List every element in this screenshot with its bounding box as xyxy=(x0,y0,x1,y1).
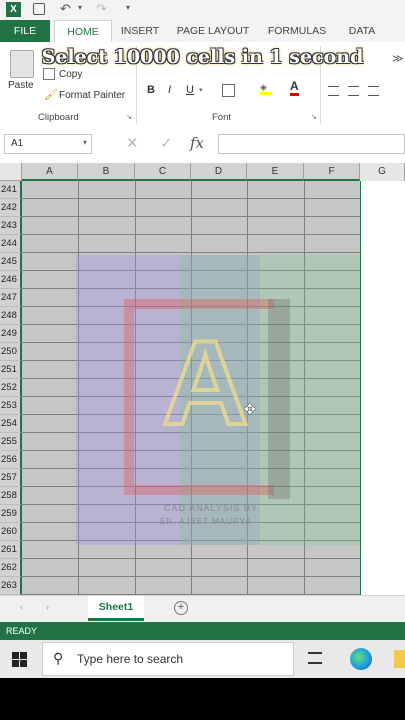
file-explorer-icon[interactable] xyxy=(394,650,405,668)
undo-icon[interactable]: ↶ xyxy=(60,1,71,17)
status-mode: READY xyxy=(6,626,38,636)
row-header[interactable]: 256 xyxy=(0,451,22,469)
move-cursor-icon: ✥ xyxy=(244,401,256,417)
watermark-subtext: ER. AJEET MAURYA xyxy=(160,517,252,526)
align-right-icon[interactable] xyxy=(368,86,379,96)
formula-input[interactable] xyxy=(218,134,405,154)
row-header[interactable]: 243 xyxy=(0,217,22,235)
tab-formulas[interactable]: FORMULAS xyxy=(264,20,330,42)
task-view-icon[interactable] xyxy=(308,652,322,664)
title-bar: X ↶ ▾ ↷ ▾ xyxy=(0,0,405,20)
row-header[interactable]: 251 xyxy=(0,361,22,379)
row-header[interactable]: 257 xyxy=(0,469,22,487)
underline-button[interactable]: U xyxy=(186,84,194,96)
watermark-bar xyxy=(268,299,290,499)
edge-browser-icon[interactable] xyxy=(350,648,372,670)
sheet-prev-icon[interactable]: ‹ xyxy=(20,602,23,612)
excel-logo-icon: X xyxy=(6,2,21,17)
windows-taskbar: ⚲ Type here to search xyxy=(0,640,405,678)
add-sheet-button[interactable]: + xyxy=(174,601,188,615)
confirm-entry-icon[interactable]: ✓ xyxy=(160,134,173,152)
watermark-text: CAD ANALYSIS BY xyxy=(164,503,258,513)
row-header[interactable]: 260 xyxy=(0,523,22,541)
underline-dropdown-icon[interactable]: ▾ xyxy=(199,86,203,94)
bottom-black-bar xyxy=(0,678,405,720)
row-header[interactable]: 249 xyxy=(0,325,22,343)
worksheet-grid[interactable]: ABCDEFG 241 242 243 244 245 246 247 248 249 250 25… xyxy=(0,163,405,595)
tab-home[interactable]: HOME xyxy=(54,20,112,43)
row-header[interactable]: 242 xyxy=(0,199,22,217)
name-box-value: A1 xyxy=(11,138,24,149)
column-header-f[interactable]: F xyxy=(304,163,360,181)
bold-button[interactable]: B xyxy=(147,84,155,96)
copy-icon[interactable] xyxy=(43,68,55,80)
row-header[interactable]: 254 xyxy=(0,415,22,433)
column-header-a[interactable]: A xyxy=(22,163,78,181)
row-header[interactable]: 252 xyxy=(0,379,22,397)
name-box[interactable]: A1 ▾ xyxy=(4,134,92,154)
sheet-tab-sheet1[interactable]: Sheet1 xyxy=(88,596,144,621)
row-header[interactable]: 258 xyxy=(0,487,22,505)
align-center-icon[interactable] xyxy=(348,86,359,96)
font-launcher-icon[interactable]: ↘ xyxy=(311,113,317,121)
insert-function-button[interactable]: fx xyxy=(190,134,204,152)
tab-page-layout[interactable]: PAGE LAYOUT xyxy=(172,20,254,42)
row-header[interactable]: 261 xyxy=(0,541,22,559)
row-header[interactable]: 244 xyxy=(0,235,22,253)
video-caption: Select 10000 cells in 1 second xyxy=(41,46,364,68)
row-header[interactable]: 255 xyxy=(0,433,22,451)
align-left-icon[interactable] xyxy=(328,86,339,96)
column-header-d[interactable]: D xyxy=(191,163,247,181)
fill-color-icon[interactable]: ◈ xyxy=(260,82,272,95)
select-all-corner[interactable] xyxy=(0,163,22,181)
row-header[interactable]: 246 xyxy=(0,271,22,289)
column-header-g[interactable]: G xyxy=(360,163,405,181)
column-header-b[interactable]: B xyxy=(78,163,135,181)
taskbar-search-placeholder: Type here to search xyxy=(77,652,184,666)
ribbon-tabs: FILE HOME INSERT PAGE LAYOUT FORMULAS DA… xyxy=(0,20,405,43)
column-g-area[interactable] xyxy=(360,181,405,595)
tab-insert[interactable]: INSERT xyxy=(118,20,162,42)
paste-button[interactable]: Paste xyxy=(8,80,34,91)
qat-customize-icon[interactable]: ▾ xyxy=(126,3,130,12)
row-header[interactable]: 241 xyxy=(0,181,22,199)
row-header[interactable]: 248 xyxy=(0,307,22,325)
watermark-logo: A xyxy=(160,314,251,452)
tab-file[interactable]: FILE xyxy=(0,20,50,42)
clipboard-launcher-icon[interactable]: ↘ xyxy=(126,113,132,121)
formula-row: A1 ▾ ✕ ✓ fx xyxy=(0,128,405,163)
taskbar-search-box[interactable]: ⚲ Type here to search xyxy=(42,642,294,676)
borders-icon[interactable] xyxy=(222,84,235,97)
search-icon: ⚲ xyxy=(53,650,64,666)
windows-start-icon[interactable] xyxy=(12,652,27,667)
row-header[interactable]: 253 xyxy=(0,397,22,415)
row-header[interactable]: 263 xyxy=(0,577,22,595)
font-group-label: Font xyxy=(212,112,232,123)
undo-dropdown-icon[interactable]: ▾ xyxy=(78,3,82,12)
status-bar: READY xyxy=(0,622,405,640)
cancel-entry-icon[interactable]: ✕ xyxy=(126,134,139,152)
tab-data[interactable]: DATA xyxy=(342,20,382,42)
row-header[interactable]: 247 xyxy=(0,289,22,307)
format-painter-icon[interactable]: 🖌 xyxy=(44,88,58,101)
redo-icon[interactable]: ↷ xyxy=(96,1,107,17)
save-icon[interactable] xyxy=(33,3,45,15)
sheet-next-icon[interactable]: › xyxy=(46,602,49,612)
name-box-dropdown-icon[interactable]: ▾ xyxy=(83,138,87,147)
row-header[interactable]: 259 xyxy=(0,505,22,523)
font-color-icon[interactable]: A xyxy=(290,80,299,96)
row-header[interactable]: 245 xyxy=(0,253,22,271)
clipboard-group-label: Clipboard xyxy=(38,112,79,123)
sheet-tab-bar: ‹ › Sheet1 + xyxy=(0,595,405,623)
row-header[interactable]: 250 xyxy=(0,343,22,361)
format-painter-button[interactable]: Format Painter xyxy=(59,90,125,101)
italic-button[interactable]: I xyxy=(168,84,171,96)
column-header-e[interactable]: E xyxy=(247,163,304,181)
row-header[interactable]: 262 xyxy=(0,559,22,577)
column-header-c[interactable]: C xyxy=(135,163,191,181)
copy-button[interactable]: Copy xyxy=(59,69,82,80)
